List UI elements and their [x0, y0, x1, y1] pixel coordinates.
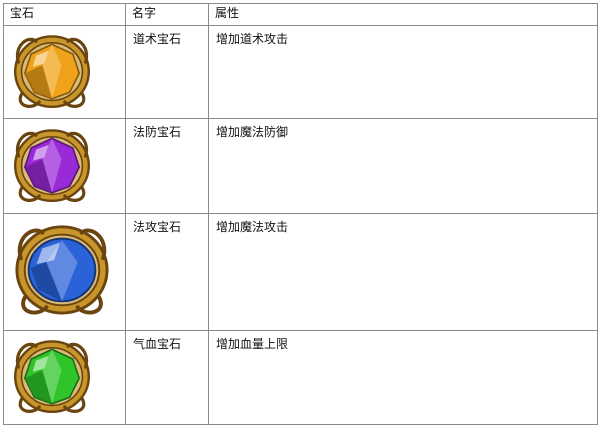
orange-gem-icon [13, 35, 90, 108]
gem-attribute: 增加魔法防御 [208, 118, 598, 214]
header-attribute: 属性 [208, 3, 598, 26]
gem-name: 气血宝石 [125, 330, 209, 425]
gem-attribute: 增加魔法攻击 [208, 213, 598, 331]
table-row: 法防宝石 增加魔法防御 [3, 118, 598, 214]
header-gem: 宝石 [3, 3, 126, 26]
table-header-row: 宝石 名字 属性 [3, 3, 598, 26]
table-row: 法攻宝石 增加魔法攻击 [3, 213, 598, 331]
blue-gem-icon [15, 225, 109, 315]
gem-image-cell [3, 330, 126, 425]
table-row: 气血宝石 增加血量上限 [3, 330, 598, 425]
purple-gem-icon [13, 129, 90, 202]
gem-image-cell [3, 25, 126, 119]
gem-name: 法攻宝石 [125, 213, 209, 331]
table-row: 道术宝石 增加道术攻击 [3, 25, 598, 119]
gem-image-cell [3, 118, 126, 214]
gem-attribute: 增加道术攻击 [208, 25, 598, 119]
gem-name: 道术宝石 [125, 25, 209, 119]
gem-attribute: 增加血量上限 [208, 330, 598, 425]
gem-name: 法防宝石 [125, 118, 209, 214]
header-name: 名字 [125, 3, 209, 26]
gem-table: 宝石 名字 属性 道术宝石 增加道术攻击 法防宝石 增加魔法防御 法攻宝石 增加… [3, 3, 598, 425]
gem-image-cell [3, 213, 126, 331]
green-gem-icon [13, 340, 90, 413]
